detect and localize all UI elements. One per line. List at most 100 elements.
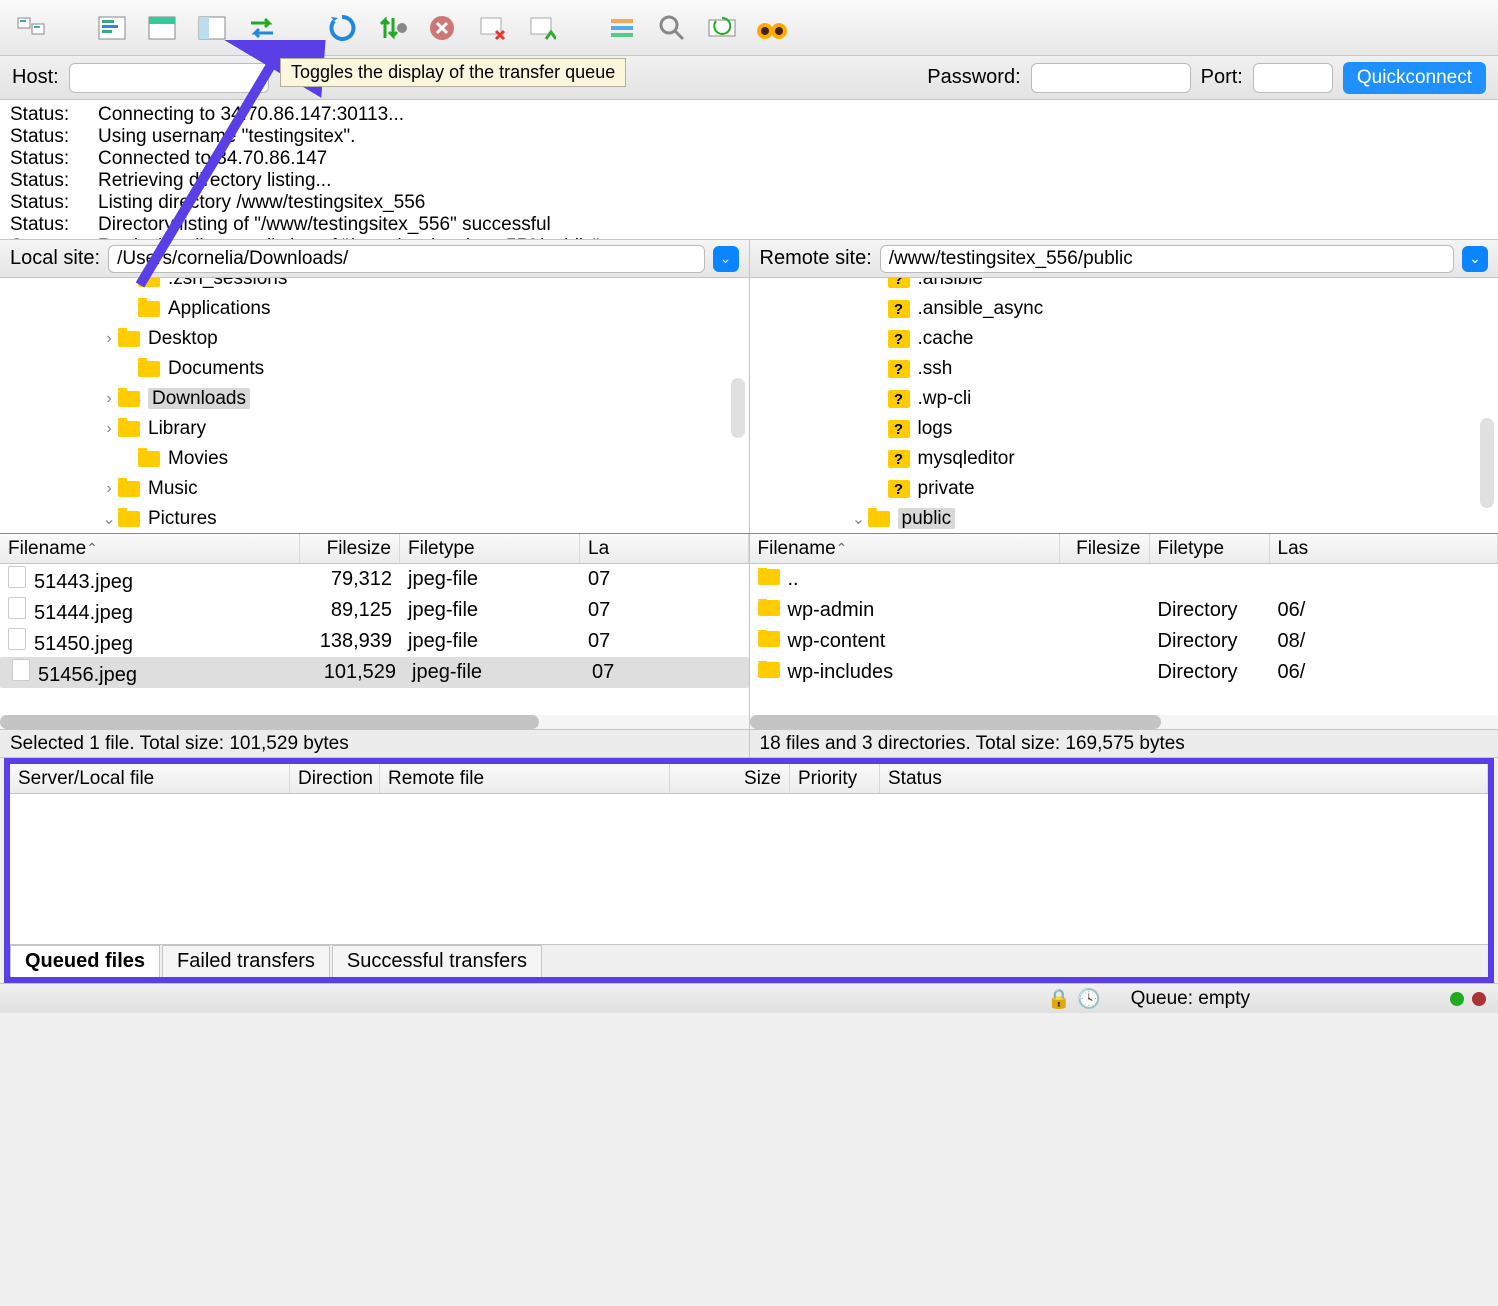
tree-item-label: .ansible_async	[918, 298, 1044, 320]
scrollbar-thumb[interactable]	[731, 378, 745, 438]
col-status[interactable]: Status	[880, 764, 1488, 793]
toggle-dirtree-icon[interactable]	[190, 6, 234, 50]
quickconnect-bar-icon[interactable]	[90, 6, 134, 50]
col-filename[interactable]: Filename	[0, 534, 300, 563]
col-modified[interactable]: La	[580, 534, 749, 563]
host-input[interactable]	[69, 63, 269, 93]
file-row[interactable]: wp-adminDirectory06/	[750, 595, 1498, 626]
local-site-dropdown-icon[interactable]: ⌄	[713, 246, 739, 272]
col-size[interactable]: Size	[670, 764, 790, 793]
chevron-icon[interactable]: ›	[100, 480, 118, 498]
quickconnect-button[interactable]: Quickconnect	[1343, 62, 1486, 94]
tree-item[interactable]: ?.ssh	[750, 354, 1498, 384]
tree-item[interactable]: ?.ansible	[750, 278, 1498, 294]
toggle-queue-icon[interactable]	[240, 6, 284, 50]
tree-item-label: Library	[148, 418, 206, 440]
tab-successful-transfers[interactable]: Successful transfers	[332, 945, 542, 977]
folder-unknown-icon: ?	[888, 390, 910, 408]
tree-item[interactable]: Applications	[0, 294, 749, 324]
tree-item[interactable]: › Library	[0, 414, 749, 444]
chevron-icon[interactable]: ⌄	[100, 509, 118, 529]
chevron-icon[interactable]: ›	[100, 420, 118, 438]
hscroll[interactable]	[0, 715, 749, 729]
tree-item[interactable]: ⌄ Pictures	[0, 504, 749, 533]
tree-item[interactable]: Documents	[0, 354, 749, 384]
port-input[interactable]	[1253, 63, 1333, 93]
local-site-label: Local site:	[10, 247, 100, 270]
local-file-list[interactable]: Filename Filesize Filetype La 51443.jpeg…	[0, 534, 750, 729]
transfer-queue-pane: Server/Local file Direction Remote file …	[4, 758, 1494, 983]
local-site-input[interactable]	[108, 245, 704, 273]
tree-item-label: Movies	[168, 448, 228, 470]
queue-header: Server/Local file Direction Remote file …	[10, 764, 1488, 794]
tree-item[interactable]: ?.ansible_async	[750, 294, 1498, 324]
tree-item[interactable]: ?.cache	[750, 324, 1498, 354]
tree-item-label: Applications	[168, 298, 270, 320]
col-filesize[interactable]: Filesize	[1060, 534, 1150, 563]
hscroll[interactable]	[750, 715, 1498, 729]
local-tree[interactable]: .zsh_sessions Applications ›DesktopDocumen…	[0, 278, 750, 533]
remote-file-list[interactable]: Filename Filesize Filetype Las ..wp-admi…	[750, 534, 1498, 729]
folder-icon	[118, 391, 140, 407]
file-row[interactable]: ..	[750, 564, 1498, 595]
col-filetype[interactable]: Filetype	[1150, 534, 1270, 563]
queue-status: Queue: empty	[1131, 988, 1250, 1010]
tree-item[interactable]: ?private	[750, 474, 1498, 504]
folder-unknown-icon: ?	[888, 278, 910, 288]
tree-item[interactable]: ›Music	[0, 474, 749, 504]
remote-site-dropdown-icon[interactable]: ⌄	[1462, 246, 1488, 272]
tree-item[interactable]: ?logs	[750, 414, 1498, 444]
chevron-icon[interactable]: ›	[100, 330, 118, 348]
tab-failed-transfers[interactable]: Failed transfers	[162, 945, 330, 977]
col-filesize[interactable]: Filesize	[300, 534, 400, 563]
file-row[interactable]: 51444.jpeg89,125jpeg-file07	[0, 595, 749, 626]
process-queue-icon[interactable]	[370, 6, 414, 50]
chevron-icon[interactable]: ›	[100, 390, 118, 408]
compare-icon[interactable]	[700, 6, 744, 50]
col-filetype[interactable]: Filetype	[400, 534, 580, 563]
chevron-icon[interactable]: ⌄	[850, 509, 868, 529]
col-filename[interactable]: Filename	[750, 534, 1060, 563]
reconnect-icon[interactable]	[520, 6, 564, 50]
site-manager-icon[interactable]	[10, 6, 54, 50]
tree-item-label: .wp-cli	[918, 388, 972, 410]
binoculars-icon[interactable]	[750, 6, 794, 50]
folder-icon	[138, 451, 160, 467]
cancel-icon[interactable]	[420, 6, 464, 50]
tree-item[interactable]: ›Downloads	[0, 384, 749, 414]
tree-item-label: .ssh	[918, 358, 953, 380]
file-row[interactable]: 51443.jpeg79,312jpeg-file07	[0, 564, 749, 595]
password-input[interactable]	[1031, 63, 1191, 93]
remote-tree[interactable]: ?.ansible?.ansible_async?.cache?.ssh?.wp…	[750, 278, 1498, 533]
scrollbar-thumb[interactable]	[1480, 418, 1494, 508]
file-row[interactable]: wp-includesDirectory06/	[750, 657, 1498, 688]
col-modified[interactable]: Las	[1270, 534, 1498, 563]
tree-item-label: Pictures	[148, 508, 217, 530]
tree-item[interactable]: .zsh_sessions	[0, 278, 749, 294]
col-direction[interactable]: Direction	[290, 764, 380, 793]
tree-item[interactable]: ›Desktop	[0, 324, 749, 354]
tree-item[interactable]: ⌄public	[750, 504, 1498, 533]
tree-item[interactable]: ?mysqleditor	[750, 444, 1498, 474]
filter-icon[interactable]	[600, 6, 644, 50]
tree-item[interactable]: ? .wp-cli	[750, 384, 1498, 414]
tree-item[interactable]: Movies	[0, 444, 749, 474]
file-row[interactable]: 51450.jpeg138,939jpeg-file07	[0, 626, 749, 657]
clock-icon: 🕓	[1077, 987, 1101, 1011]
disconnect-icon[interactable]	[470, 6, 514, 50]
search-icon[interactable]	[650, 6, 694, 50]
remote-site-input[interactable]	[880, 245, 1454, 273]
col-remote-file[interactable]: Remote file	[380, 764, 670, 793]
col-server-local[interactable]: Server/Local file	[10, 764, 290, 793]
tree-item-label: logs	[918, 418, 953, 440]
col-priority[interactable]: Priority	[790, 764, 880, 793]
folder-icon	[138, 361, 160, 377]
file-row[interactable]: wp-contentDirectory08/	[750, 626, 1498, 657]
queue-body[interactable]	[10, 794, 1488, 944]
local-selection-status: Selected 1 file. Total size: 101,529 byt…	[0, 730, 750, 757]
tab-queued-files[interactable]: Queued files	[10, 945, 160, 977]
toggle-log-icon[interactable]	[140, 6, 184, 50]
file-row[interactable]: 51456.jpeg101,529jpeg-file07	[0, 657, 749, 688]
refresh-icon[interactable]	[320, 6, 364, 50]
message-log[interactable]: Status:Connecting to 34.70.86.147:30113.…	[0, 100, 1498, 240]
